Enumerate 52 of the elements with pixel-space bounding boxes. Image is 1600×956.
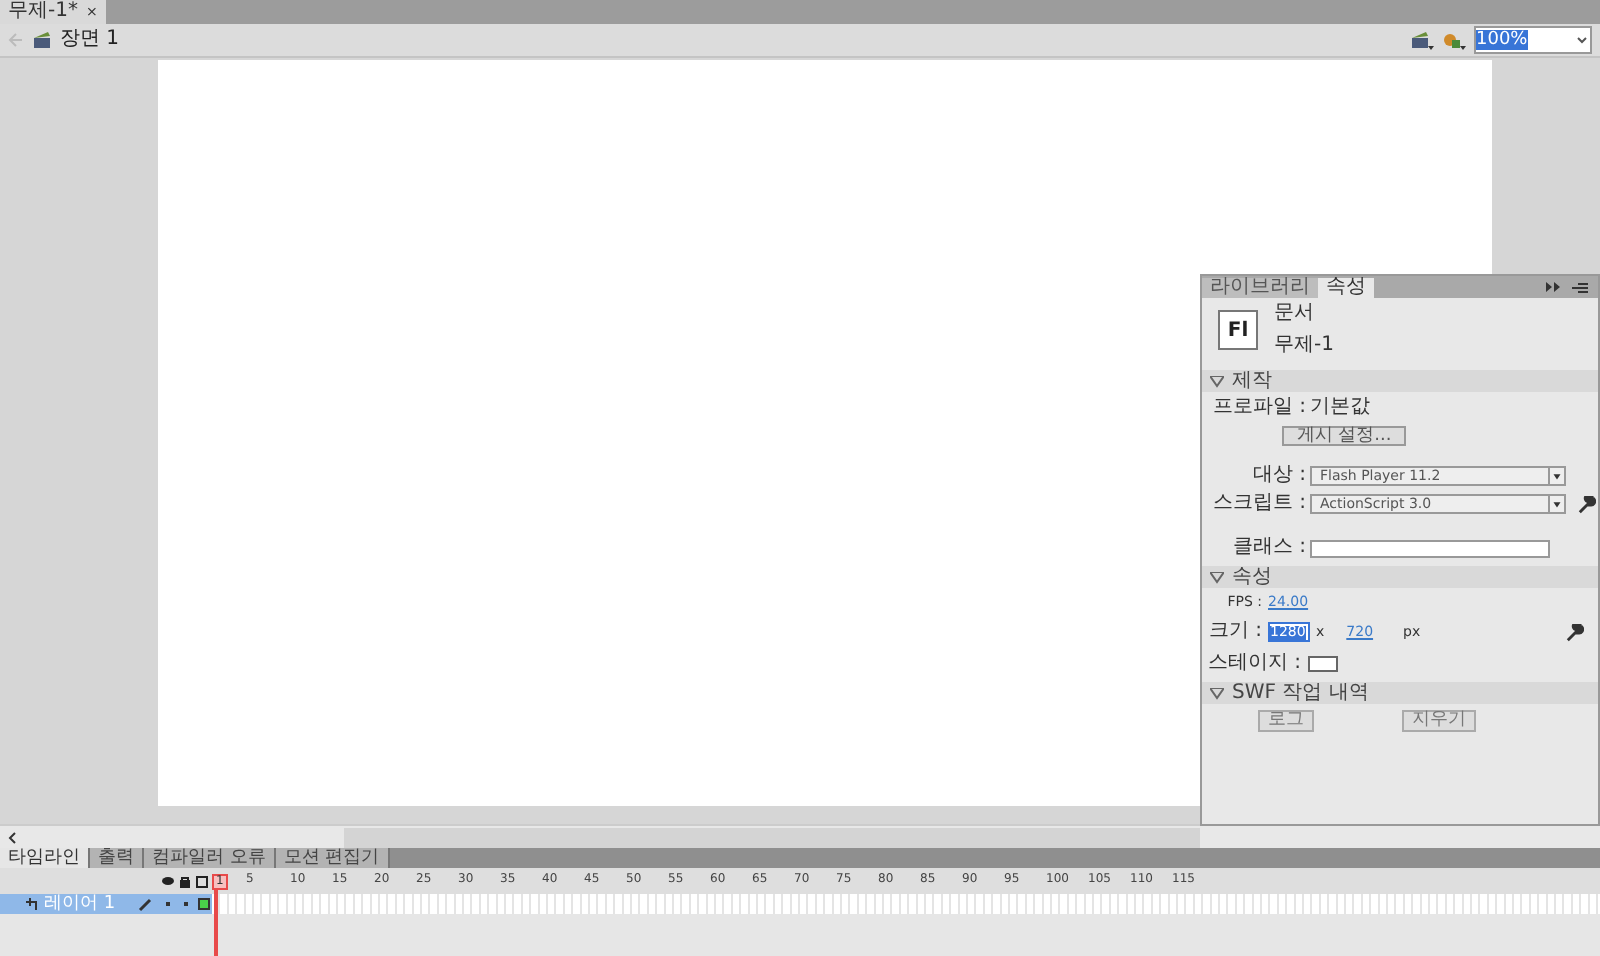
scene-label[interactable]: 장면 1 <box>60 30 120 50</box>
layer-name: 레이어 1 <box>44 895 118 913</box>
document-name: 무제-1 <box>1274 336 1334 356</box>
stage-color-swatch[interactable] <box>1307 656 1338 672</box>
panel-menu-icon[interactable] <box>1570 279 1590 295</box>
section-header[interactable]: SWF 작업 내역 <box>1202 682 1598 704</box>
class-input[interactable] <box>1310 539 1550 557</box>
outline-icon[interactable] <box>196 875 208 887</box>
size-label: 크기 : <box>1206 622 1262 642</box>
history-button[interactable]: 지우기 <box>1402 710 1476 732</box>
lock-icon[interactable] <box>180 875 190 887</box>
wrench-icon[interactable] <box>1578 495 1596 513</box>
target-label: 대상 : <box>1250 466 1306 486</box>
zoom-combo[interactable]: 100% <box>1474 26 1592 54</box>
timeline-tab[interactable]: 모션 편집기 <box>275 848 390 868</box>
profile-value: 기본값 <box>1308 398 1370 418</box>
scene-menu-icon[interactable] <box>1410 30 1434 50</box>
section-title: 속성 <box>1232 567 1272 587</box>
horizontal-scrollbar[interactable] <box>0 824 1600 848</box>
section-title: 제작 <box>1232 371 1272 391</box>
section-header[interactable]: 제작 <box>1202 370 1598 392</box>
document-type: 문서 <box>1274 304 1316 324</box>
eye-icon[interactable] <box>162 875 174 885</box>
dropdown-arrow-icon <box>1548 496 1564 512</box>
symbol-menu-icon[interactable] <box>1442 30 1466 50</box>
section-header[interactable]: 속성 <box>1202 566 1598 588</box>
timeline-tab[interactable]: 타임라인 <box>0 848 90 868</box>
publish-settings-button[interactable]: 게시 설정... <box>1282 426 1406 446</box>
scene-icon <box>32 30 52 50</box>
pencil-icon[interactable] <box>138 897 152 911</box>
tab-label: 무제-1* <box>8 2 78 22</box>
wrench-icon[interactable] <box>1566 623 1585 641</box>
layer-icon <box>24 897 38 911</box>
expanded-triangle-icon[interactable] <box>1210 375 1224 387</box>
collapse-icon[interactable] <box>1546 282 1562 292</box>
layer-color-icon[interactable] <box>198 898 210 910</box>
class-label: 클래스 : <box>1230 538 1306 558</box>
panel-tab[interactable]: 속성 <box>1318 278 1374 298</box>
panel-tab[interactable]: 라이브러리 <box>1202 278 1318 298</box>
expanded-triangle-icon[interactable] <box>1210 571 1224 583</box>
profile-label: 프로파일 : <box>1210 398 1306 418</box>
scroll-left-icon[interactable] <box>8 831 16 843</box>
document-icon: Fl <box>1218 310 1258 350</box>
stage-label: 스테이지 : <box>1208 654 1302 674</box>
section-title: SWF 작업 내역 <box>1232 683 1369 703</box>
timeline-tab[interactable]: 출력 <box>90 848 144 868</box>
expanded-triangle-icon[interactable] <box>1210 687 1224 699</box>
scrollbar-thumb[interactable] <box>344 827 1200 847</box>
script-label: 스크립트 : <box>1210 494 1306 514</box>
history-button[interactable]: 로그 <box>1258 710 1314 732</box>
dropdown-arrow-icon <box>1548 468 1564 484</box>
timeline-tab[interactable]: 컴파일러 오류 <box>144 848 276 868</box>
